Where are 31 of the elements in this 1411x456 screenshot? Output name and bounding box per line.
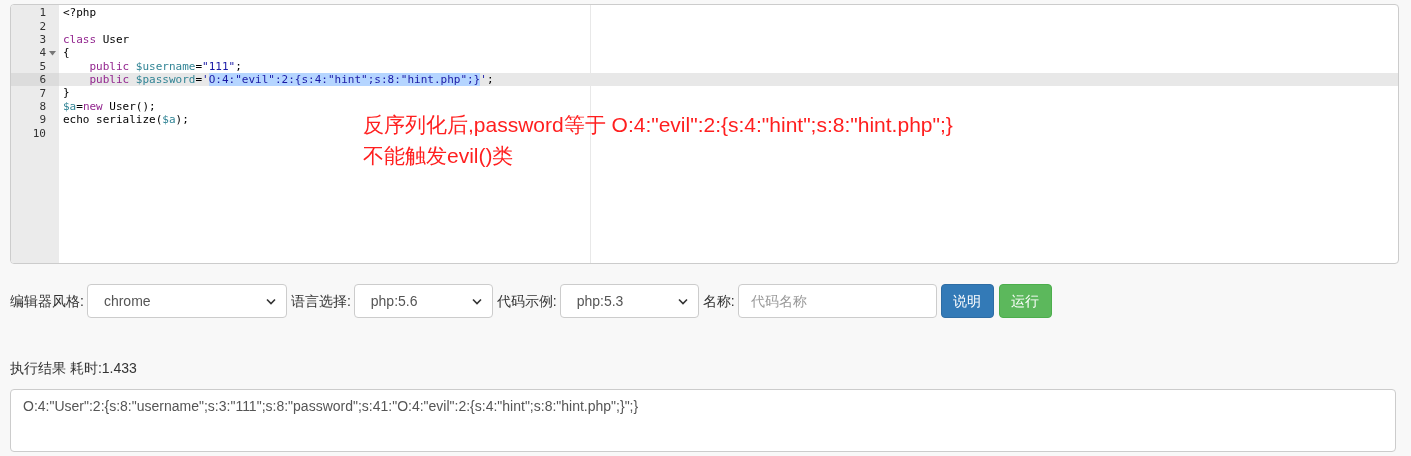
line-number: 2 [39, 19, 46, 33]
code-line: echo serialize($a); [63, 113, 189, 127]
line-number: 1 [39, 6, 46, 20]
name-input[interactable]: 代码名称 [737, 284, 937, 318]
line-number: 5 [39, 59, 46, 73]
code-line: <?php [63, 6, 97, 19]
result-output: O:4:"User":2:{s:8:"username";s:3:"111";s:8:"password";s:41:"O:4:"evil":2:{s:4:"hint";s:8:"hint.php";}";} [10, 389, 1396, 452]
dropdown[interactable]: php:5.3 [559, 284, 699, 318]
field-label: 代码示例: [496, 291, 557, 311]
annotation-text: 不能触发evil()类 [363, 143, 515, 169]
line-number: 8 [39, 99, 46, 113]
code-line: class User [63, 32, 130, 46]
dropdown[interactable]: php:5.6 [353, 284, 493, 318]
action-button[interactable]: 说明 [940, 284, 994, 318]
result-label: 执行结果 耗时:1.433 [10, 360, 137, 376]
line-number: 9 [39, 113, 46, 127]
code-line: public $password='O:4:"evil":2:{s:4:"hint";s:8:"hint.php";}'; [88, 72, 494, 86]
line-number: 4 [39, 46, 46, 60]
line-number: 3 [39, 32, 46, 46]
dropdown[interactable]: chrome [86, 284, 287, 318]
code-line: } [63, 86, 70, 100]
code-line: { [63, 46, 70, 60]
line-number: 6 [39, 73, 46, 87]
annotation-text: 反序列化后,password等于 O:4:"evil":2:{s:4:"hint";s:8:"hint.php";} [363, 112, 953, 138]
code-line: public $username="111"; [88, 59, 242, 73]
field-label: 编辑器风格: [10, 291, 84, 311]
field-label: 名称: [702, 291, 735, 311]
line-number: 7 [39, 86, 46, 100]
code-line: $a=new User(); [63, 99, 156, 113]
field-label: 语言选择: [290, 291, 351, 311]
line-number: 10 [32, 126, 46, 140]
